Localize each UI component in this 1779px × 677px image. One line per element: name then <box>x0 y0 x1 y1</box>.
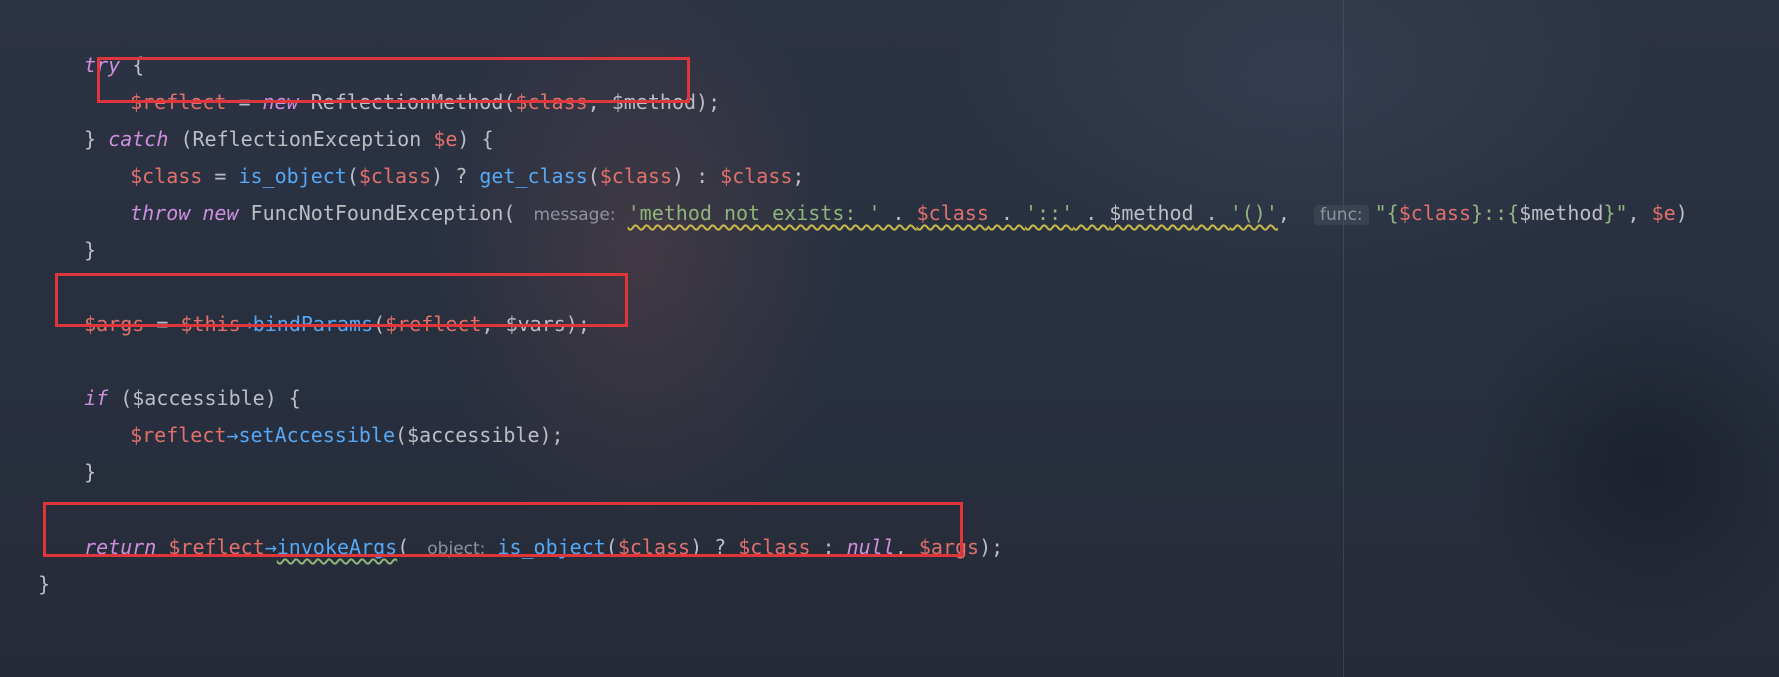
accessible-arg: ($accessible); <box>395 423 564 447</box>
string-literal: '::' <box>1025 201 1074 225</box>
concat-op: . <box>1073 201 1110 225</box>
arrow-operator: → <box>226 423 239 447</box>
concat-op: . <box>988 201 1025 225</box>
string-literal: '()' <box>1229 201 1278 225</box>
concat-op: . <box>880 201 917 225</box>
string-literal: }" <box>1603 201 1628 225</box>
close-brace: } <box>84 127 109 151</box>
class-arg: $class <box>1398 201 1471 225</box>
set-accessible-call: setAccessible <box>238 423 396 447</box>
string-literal: }::{ <box>1470 201 1520 225</box>
comma: , <box>1277 201 1290 225</box>
param-hint-message: message: <box>533 205 616 225</box>
highlight-box-invoke-args <box>43 502 963 557</box>
class-arg: $class <box>916 201 989 225</box>
exception-class: FuncNotFoundException( <box>238 201 516 225</box>
close-brace: } <box>84 460 97 484</box>
reflect-variable: $reflect <box>130 423 227 447</box>
highlight-box-bind-params <box>55 273 628 327</box>
throw-keyword: throw <box>130 201 191 225</box>
param-hint-func: func: <box>1314 205 1369 225</box>
string-literal: "{ <box>1374 201 1399 225</box>
if-keyword: if <box>84 386 109 410</box>
method-arg: $method <box>1519 201 1604 225</box>
highlight-box-reflection <box>97 57 690 103</box>
code-line-close-if[interactable]: } <box>60 433 96 485</box>
comma: , <box>1627 201 1652 225</box>
string-literal: 'method not exists: ' <box>627 201 881 225</box>
close-brace: } <box>38 572 51 596</box>
right-margin-guide <box>1343 0 1344 677</box>
new-keyword: new <box>202 201 239 225</box>
code-line-throw[interactable]: throw new FuncNotFoundException( message… <box>106 174 1688 228</box>
concat-op: . <box>1193 201 1230 225</box>
close-brace: } <box>84 238 97 262</box>
method-arg: $method <box>1109 201 1194 225</box>
code-line-close-catch[interactable]: } <box>60 211 96 263</box>
semicolon: ); <box>979 535 1004 559</box>
paren: ) <box>1675 201 1688 225</box>
exception-variable: $e <box>1651 201 1676 225</box>
code-line-set-accessible[interactable]: $reflect→setAccessible($accessible); <box>106 396 564 448</box>
